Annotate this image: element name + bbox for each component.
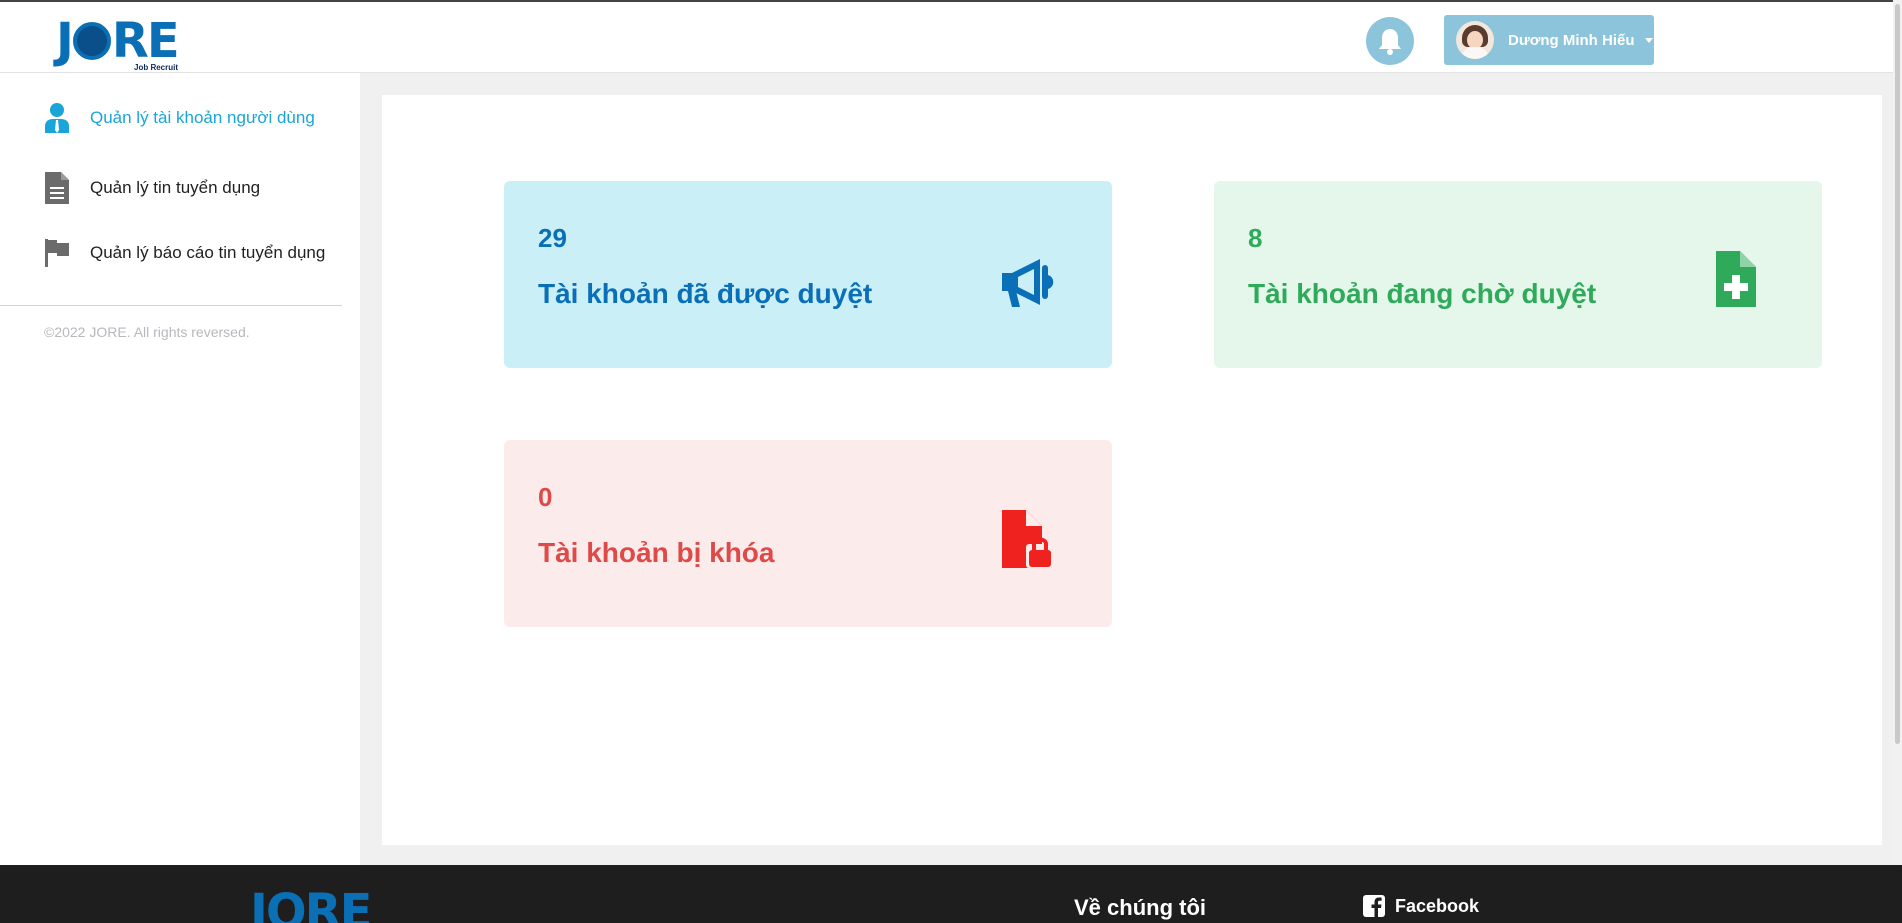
user-menu-button[interactable]: Dương Minh Hiếu <box>1444 15 1654 65</box>
sidebar-item-label: Quản lý báo cáo tin tuyển dụng <box>90 243 326 262</box>
locked-count: 0 <box>538 482 553 512</box>
sidebar-item-label: Quản lý tài khoản người dùng <box>90 108 315 127</box>
approved-label: Tài khoản đã được duyệt <box>538 278 873 309</box>
avatar <box>1456 21 1494 59</box>
top-header: J RE Job Recruit Dương Minh Hiếu <box>0 0 1902 73</box>
megaphone-icon <box>1002 259 1054 307</box>
locked-accounts-card[interactable]: 0 Tài khoản bị khóa <box>504 440 1112 627</box>
user-icon <box>44 102 70 134</box>
sidebar-divider <box>0 305 342 306</box>
notification-button[interactable] <box>1366 17 1414 65</box>
logo-subtitle: Job Recruit <box>134 63 179 72</box>
user-name: Dương Minh Hiếu <box>1508 31 1635 49</box>
sidebar: Quản lý tài khoản người dùng Quản lý tin… <box>0 73 360 865</box>
file-lock-icon <box>1002 510 1054 568</box>
facebook-label: Facebook <box>1395 895 1480 916</box>
locked-label: Tài khoản bị khóa <box>538 537 775 568</box>
sidebar-item-job-reports[interactable]: Quản lý báo cáo tin tuyển dụng <box>44 233 325 273</box>
footer-facebook-link[interactable]: Facebook <box>1363 895 1479 917</box>
footer-logo[interactable]: JORE <box>250 887 372 923</box>
footer-about-heading: Về chúng tôi <box>1074 895 1206 920</box>
bell-icon <box>1379 29 1401 55</box>
footer: JORE Về chúng tôi Facebook <box>0 865 1902 923</box>
pending-accounts-card[interactable]: 8 Tài khoản đang chờ duyệt <box>1214 181 1822 368</box>
approved-count: 29 <box>538 223 567 253</box>
scrollbar-thumb[interactable] <box>1895 4 1900 744</box>
sidebar-item-job-posts[interactable]: Quản lý tin tuyển dụng <box>44 168 260 208</box>
approved-accounts-card[interactable]: 29 Tài khoản đã được duyệt <box>504 181 1112 368</box>
facebook-icon <box>1363 895 1385 917</box>
copyright-text: ©2022 JORE. All rights reversed. <box>44 324 250 340</box>
pending-count: 8 <box>1248 223 1263 253</box>
jore-logo[interactable]: J RE Job Recruit <box>56 16 186 76</box>
chevron-down-icon <box>1644 37 1653 43</box>
file-plus-icon <box>1716 251 1756 307</box>
pending-label: Tài khoản đang chờ duyệt <box>1248 278 1597 309</box>
sidebar-item-user-accounts[interactable]: Quản lý tài khoản người dùng <box>44 98 315 138</box>
document-icon <box>44 172 70 204</box>
logo-wordmark: J RE <box>56 13 180 69</box>
sidebar-item-label: Quản lý tin tuyển dụng <box>90 178 261 197</box>
flag-icon <box>44 237 70 269</box>
